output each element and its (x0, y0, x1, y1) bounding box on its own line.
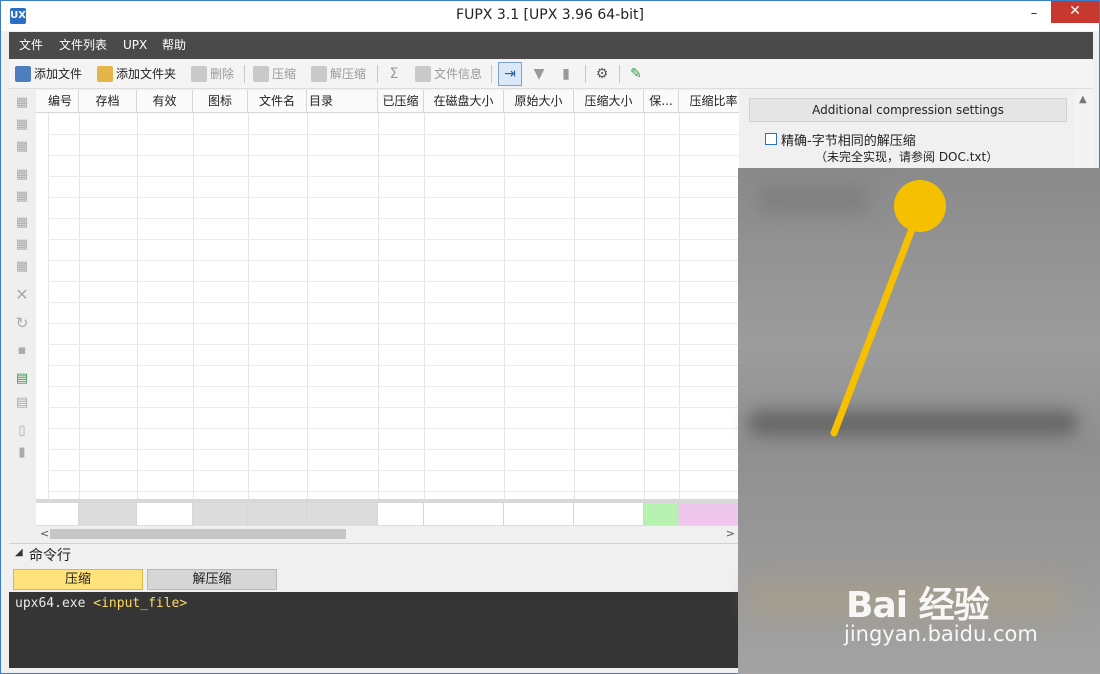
minimize-button[interactable]: – (1019, 1, 1049, 29)
column-header-ratio[interactable]: 压缩比率 (679, 90, 739, 113)
check-all-icon[interactable]: ▦ (13, 166, 31, 184)
file-info-icon[interactable]: ▯ (13, 422, 31, 440)
list-icon[interactable]: ▤ (13, 394, 31, 412)
add-folder-button[interactable]: 添加文件夹 (97, 63, 176, 85)
remove-icon[interactable]: ✕ (13, 286, 31, 304)
add-file-label: 添加文件 (34, 67, 83, 81)
file-grid: 编号 存档 有效 图标 文件名 目录 已压缩 在磁盘大小 原始大小 压缩大小 保… (36, 90, 739, 542)
delete-icon (191, 66, 207, 82)
toolbar-divider (377, 65, 378, 83)
command-output[interactable]: upx64.exe <input_file> (9, 592, 739, 668)
tab-decompress[interactable]: 解压缩 (147, 569, 277, 590)
command-line-title: 命令行 (29, 548, 71, 564)
command-text: upx64.exe <input_file> (15, 596, 187, 611)
command-exe: upx64.exe (15, 596, 86, 611)
decompress-label: 解压缩 (330, 67, 367, 81)
command-line-header[interactable]: ◢ 命令行 (9, 543, 739, 565)
grid-header: 编号 存档 有效 图标 文件名 目录 已压缩 在磁盘大小 原始大小 压缩大小 保… (36, 90, 739, 113)
refresh-icon[interactable]: ↻ (13, 314, 31, 332)
exact-checkbox-note: （未完全实现，请参阅 DOC.txt） (815, 150, 999, 164)
pin-icon[interactable]: ✎ (627, 65, 645, 83)
grid-body (36, 113, 739, 499)
file-info-button[interactable]: 文件信息 (415, 63, 482, 85)
panel-header: Additional compression settings (749, 98, 1067, 122)
scroll-left-icon[interactable]: < (40, 526, 49, 542)
invert-selection-icon[interactable]: ▦ (13, 138, 31, 156)
delete-label: 删除 (210, 67, 235, 81)
sum-icon[interactable]: Σ (385, 65, 403, 83)
column-header-icon[interactable]: 图标 (193, 90, 248, 113)
select-grid-icon[interactable]: ▦ (13, 236, 31, 254)
scroll-thumb[interactable] (50, 529, 346, 539)
filter-icon[interactable]: ▼ (530, 65, 548, 83)
summary-keep-cell (644, 503, 679, 525)
add-list-icon[interactable]: ▤ (13, 370, 31, 388)
compress-label: 压缩 (272, 67, 297, 81)
file-info-label: 文件信息 (434, 67, 483, 81)
file-info-icon (415, 66, 431, 82)
menu-file-list[interactable]: 文件列表 (53, 32, 113, 59)
column-header-disk-size[interactable]: 在磁盘大小 (424, 90, 504, 113)
menu-upx[interactable]: UPX (117, 32, 153, 59)
select-all-icon[interactable]: ▦ (13, 94, 31, 112)
title-bar: UX FUPX 3.1 [UPX 3.96 64-bit] – ✕ (1, 1, 1099, 31)
column-header-keep[interactable]: 保... (644, 90, 679, 113)
column-header-valid[interactable]: 有效 (137, 90, 193, 113)
number-icon[interactable]: ▪ (13, 342, 31, 360)
add-file-icon (15, 66, 31, 82)
side-toolbar: ▦ ▦ ▦ ▦ ▦ ▦ ▦ ▦ ✕ ↻ ▪ ▤ ▤ ▯ ▮ (9, 90, 36, 542)
summary-row (36, 499, 739, 525)
column-header-index[interactable]: 编号 (48, 90, 79, 113)
compress-icon (253, 66, 269, 82)
uncheck-all-icon[interactable]: ▦ (13, 188, 31, 206)
column-header-archive[interactable]: 存档 (79, 90, 137, 113)
column-header-original-size[interactable]: 原始大小 (504, 90, 574, 113)
select-grid-icon[interactable]: ▦ (13, 214, 31, 232)
add-folder-label: 添加文件夹 (116, 67, 177, 81)
delete-button[interactable]: 删除 (191, 63, 234, 85)
watermark-logo: Bai 经验 (846, 585, 990, 626)
toolbar-divider (491, 65, 492, 83)
chart-icon[interactable]: ▮ (557, 65, 575, 83)
scroll-up-icon[interactable]: ▲ (1079, 94, 1087, 105)
column-header-filename[interactable]: 文件名 (248, 90, 307, 113)
exact-checkbox[interactable] (765, 133, 777, 145)
add-file-button[interactable]: 添加文件 (15, 63, 82, 85)
add-folder-icon (97, 66, 113, 82)
export-icon[interactable]: ⇥ (498, 62, 522, 86)
scroll-right-icon[interactable]: > (726, 526, 735, 542)
toolbar: 添加文件 添加文件夹 删除 压缩 解压缩 Σ 文件信息 ⇥ ▼ ▮ ⚙ ✎ (9, 60, 1093, 89)
select-grid-icon[interactable]: ▦ (13, 258, 31, 276)
compress-button[interactable]: 压缩 (253, 63, 296, 85)
menu-file[interactable]: 文件 (13, 32, 49, 59)
decompress-icon (311, 66, 327, 82)
annotation-line (830, 204, 924, 437)
toolbar-divider (585, 65, 586, 83)
collapse-arrow-icon[interactable]: ◢ (15, 547, 23, 558)
select-none-icon[interactable]: ▦ (13, 116, 31, 134)
file-copy-icon[interactable]: ▮ (13, 444, 31, 462)
column-header-directory[interactable]: 目录 (307, 90, 378, 113)
menu-bar: 文件 文件列表 UPX 帮助 (9, 32, 1093, 59)
summary-ratio-cell (679, 503, 739, 525)
column-header-compressed-size[interactable]: 压缩大小 (574, 90, 644, 113)
horizontal-scrollbar[interactable]: < > (36, 525, 739, 542)
command-arg: <input_file> (93, 596, 188, 611)
column-header-compressed[interactable]: 已压缩 (378, 90, 424, 113)
gear-icon[interactable]: ⚙ (593, 65, 611, 83)
toolbar-divider (619, 65, 620, 83)
tab-compress[interactable]: 压缩 (13, 569, 143, 590)
watermark-url: jingyan.baidu.com (844, 622, 1038, 646)
decompress-button[interactable]: 解压缩 (311, 63, 366, 85)
annotation-dot (894, 180, 946, 232)
menu-help[interactable]: 帮助 (156, 32, 192, 59)
close-button[interactable]: ✕ (1051, 1, 1099, 23)
toolbar-divider (244, 65, 245, 83)
window-title: FUPX 3.1 [UPX 3.96 64-bit] (456, 7, 644, 23)
exact-checkbox-label: 精确-字节相同的解压缩 (781, 134, 916, 149)
